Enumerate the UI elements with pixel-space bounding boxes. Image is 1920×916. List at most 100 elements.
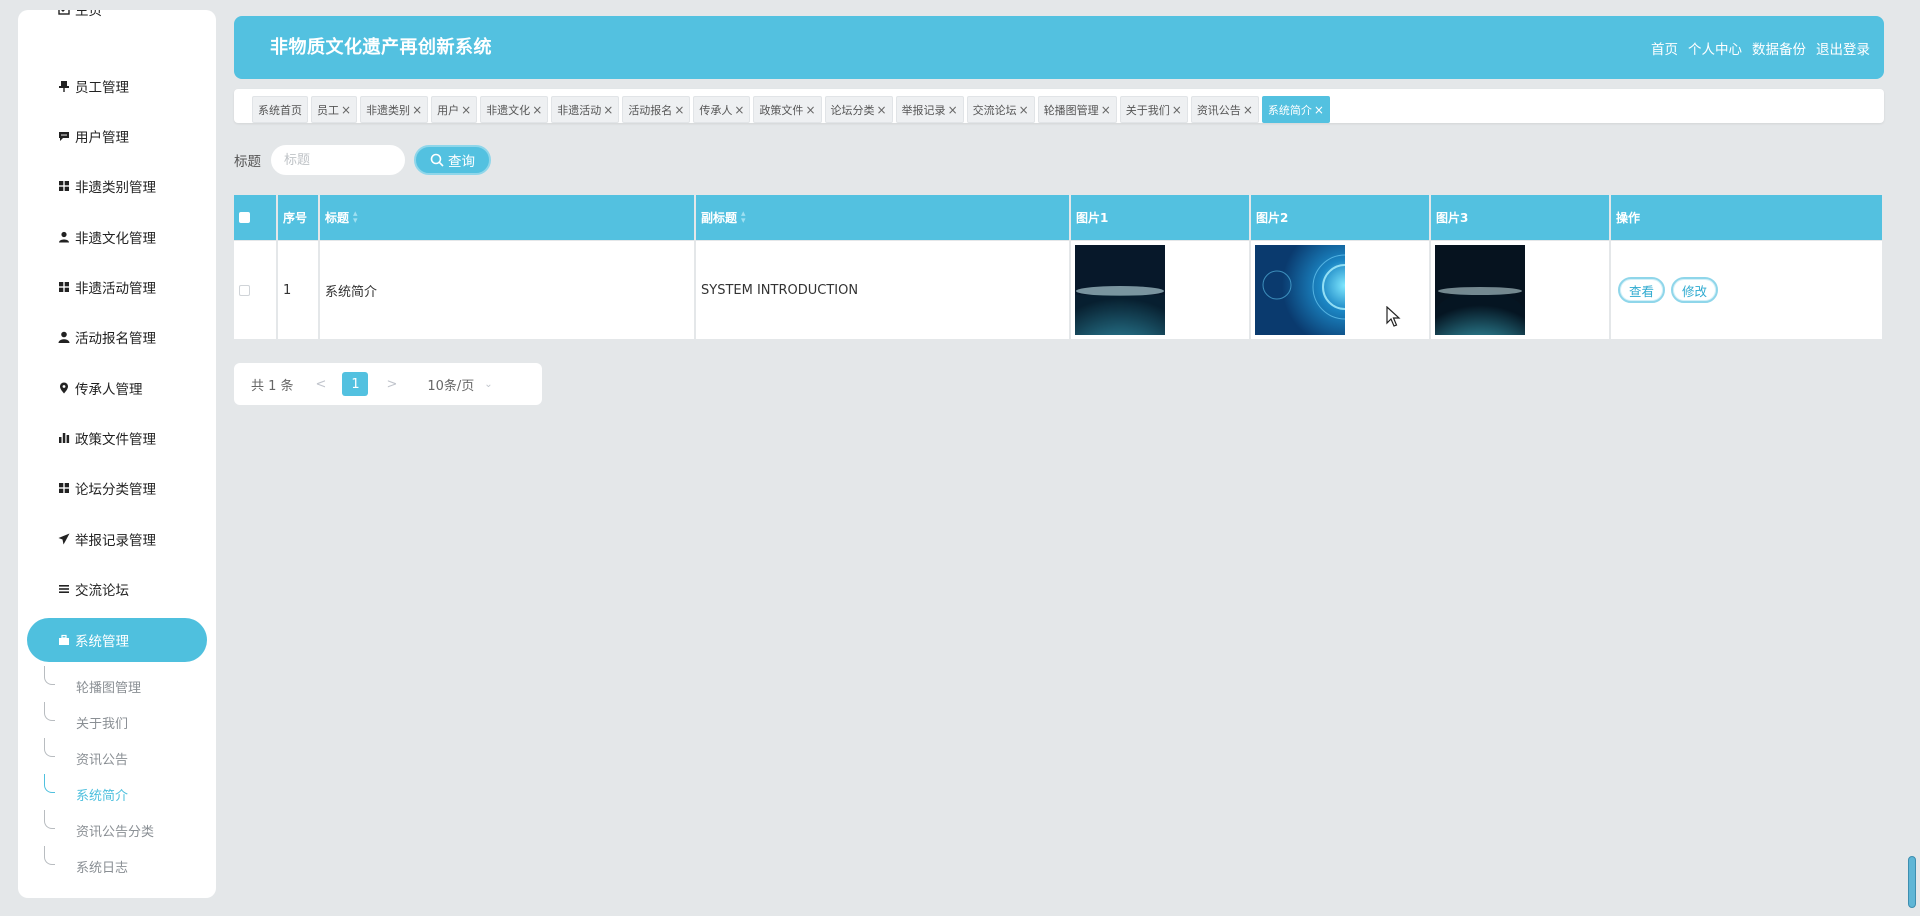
briefcase-icon: [58, 634, 70, 646]
close-icon[interactable]: ×: [877, 103, 887, 117]
tab-label: 资讯公告: [1196, 103, 1241, 117]
image2-thumbnail[interactable]: [1255, 245, 1345, 335]
tab-item[interactable]: 非遗类别 ×: [360, 96, 429, 123]
row-checkbox[interactable]: [239, 284, 250, 296]
sidebar-item-forum[interactable]: 交流论坛: [58, 577, 129, 601]
next-page-button[interactable]: >: [386, 377, 397, 392]
page-number-current[interactable]: 1: [342, 372, 369, 396]
sidebar-item-home[interactable]: 主页: [58, 10, 102, 21]
submenu-item-system-log[interactable]: 系统日志: [76, 856, 128, 876]
column-header-subtitle[interactable]: 副标题 ▴ ▾: [696, 195, 1069, 240]
column-header-label: 图片1: [1076, 211, 1109, 225]
close-icon[interactable]: ×: [341, 103, 351, 117]
tree-connector: [44, 846, 55, 865]
sidebar-item-label: 非遗文化管理: [75, 231, 156, 247]
submenu-item-system-intro[interactable]: 系统简介: [76, 784, 128, 804]
sort-icon[interactable]: ▴ ▾: [741, 209, 746, 225]
select-all-checkbox[interactable]: [239, 212, 250, 223]
sidebar-item-staff[interactable]: 员工管理: [58, 74, 129, 98]
tab-item[interactable]: 非遗文化 ×: [480, 96, 549, 123]
sidebar-item-heritage-category[interactable]: 非遗类别管理: [58, 174, 156, 198]
column-header-title[interactable]: 标题 ▴ ▾: [320, 195, 694, 240]
tab-item[interactable]: 系统首页: [252, 96, 308, 123]
app-title: 非物质文化遗产再创新系统: [270, 37, 492, 58]
image3-thumbnail[interactable]: [1435, 245, 1525, 335]
tab-item[interactable]: 轮播图管理 ×: [1037, 96, 1117, 123]
nav-logout-link[interactable]: 退出登录: [1816, 38, 1870, 58]
sidebar-item-heritage-culture[interactable]: 非遗文化管理: [58, 225, 156, 249]
column-header-actions: 操作: [1611, 195, 1882, 240]
close-icon[interactable]: ×: [1314, 103, 1324, 117]
edit-button[interactable]: 修改: [1671, 277, 1719, 303]
tab-label: 非遗文化: [486, 103, 531, 117]
tab-item[interactable]: 用户 ×: [431, 96, 478, 123]
header-select-all: [234, 195, 276, 240]
close-icon[interactable]: ×: [461, 103, 471, 117]
tabs-list: 系统首页 员工 × 非遗类别 × 用户 × 非遗文化 × 非遗活动 × 活动报名 × 传承人 × 政策文件 × 论…: [252, 96, 1330, 123]
sort-icon[interactable]: ▴ ▾: [353, 209, 358, 225]
tab-item[interactable]: 政策文件 ×: [753, 96, 822, 123]
tab-item[interactable]: 举报记录 ×: [895, 96, 964, 123]
close-icon[interactable]: ×: [1243, 103, 1253, 117]
image1-thumbnail[interactable]: [1075, 245, 1165, 335]
sidebar-item-label: 主页: [75, 10, 102, 19]
tab-item[interactable]: 非遗活动 ×: [551, 96, 620, 123]
sidebar-item-forum-category[interactable]: 论坛分类管理: [58, 476, 156, 500]
tab-item[interactable]: 传承人 ×: [693, 96, 751, 123]
close-icon[interactable]: ×: [412, 103, 422, 117]
cell-image2: [1251, 241, 1429, 339]
tab-item[interactable]: 交流论坛 ×: [966, 96, 1035, 123]
tab-item[interactable]: 关于我们 ×: [1119, 96, 1188, 123]
tab-item[interactable]: 系统简介 ×: [1261, 96, 1330, 123]
close-icon[interactable]: ×: [734, 103, 744, 117]
sidebar-item-inheritor[interactable]: 传承人管理: [58, 376, 143, 400]
cell-index: 1: [278, 241, 318, 339]
tab-label: 系统简介: [1267, 103, 1312, 117]
sidebar-item-system[interactable]: 系统管理: [27, 618, 207, 662]
tab-item[interactable]: 员工 ×: [311, 96, 358, 123]
submenu-item-news-category[interactable]: 资讯公告分类: [76, 820, 154, 840]
close-icon[interactable]: ×: [1172, 103, 1182, 117]
nav-home-link[interactable]: 首页: [1651, 38, 1678, 58]
sidebar-item-label: 活动报名管理: [75, 331, 156, 347]
tree-connector: [44, 810, 55, 829]
search-button-label: 查询: [448, 154, 475, 170]
header-nav: 首页 个人中心 数据备份 退出登录: [1651, 16, 1870, 79]
tab-item[interactable]: 活动报名 ×: [622, 96, 691, 123]
page-size-select[interactable]: 10条/页 ⌄: [427, 375, 492, 394]
top-header: 非物质文化遗产再创新系统 首页 个人中心 数据备份 退出登录: [234, 16, 1884, 79]
tree-connector: [44, 738, 55, 757]
cell-image3: [1431, 241, 1609, 339]
search-button[interactable]: 查询: [414, 145, 491, 175]
table-header: 序号 标题 ▴ ▾ 副标题 ▴ ▾ 图片1 图片2 图片3 操作: [234, 195, 1882, 240]
cell-actions: 查看 修改: [1611, 241, 1882, 339]
nav-profile-link[interactable]: 个人中心: [1688, 38, 1742, 58]
nav-backup-link[interactable]: 数据备份: [1752, 38, 1806, 58]
view-button[interactable]: 查看: [1618, 277, 1666, 303]
sidebar-item-policy[interactable]: 政策文件管理: [58, 426, 156, 450]
scrollbar-thumb[interactable]: [1908, 856, 1916, 908]
title-search-input[interactable]: [271, 145, 405, 175]
close-icon[interactable]: ×: [948, 103, 958, 117]
tab-item[interactable]: 论坛分类 ×: [824, 96, 893, 123]
close-icon[interactable]: ×: [603, 103, 613, 117]
close-icon[interactable]: ×: [1019, 103, 1029, 117]
close-icon[interactable]: ×: [674, 103, 684, 117]
tab-label: 活动报名: [628, 103, 673, 117]
prev-page-button[interactable]: <: [316, 377, 327, 392]
tab-item[interactable]: 资讯公告 ×: [1190, 96, 1259, 123]
location-icon: [58, 382, 70, 394]
close-icon[interactable]: ×: [805, 103, 815, 117]
submenu-item-about[interactable]: 关于我们: [76, 712, 128, 732]
tabs-bar: 系统首页 员工 × 非遗类别 × 用户 × 非遗文化 × 非遗活动 × 活动报名 × 传承人 × 政策文件 × 论…: [234, 89, 1884, 123]
sidebar-item-heritage-activity[interactable]: 非遗活动管理: [58, 275, 156, 299]
sidebar-item-users[interactable]: 用户管理: [58, 124, 129, 148]
sidebar-item-report[interactable]: 举报记录管理: [58, 527, 156, 551]
column-header-label: 副标题: [701, 211, 738, 225]
sidebar-item-activity-signup[interactable]: 活动报名管理: [58, 325, 156, 349]
submenu-item-carousel[interactable]: 轮播图管理: [76, 676, 141, 696]
close-icon[interactable]: ×: [532, 103, 542, 117]
close-icon[interactable]: ×: [1101, 103, 1111, 117]
submenu-item-news[interactable]: 资讯公告: [76, 748, 128, 768]
sidebar-item-label: 举报记录管理: [75, 533, 156, 549]
